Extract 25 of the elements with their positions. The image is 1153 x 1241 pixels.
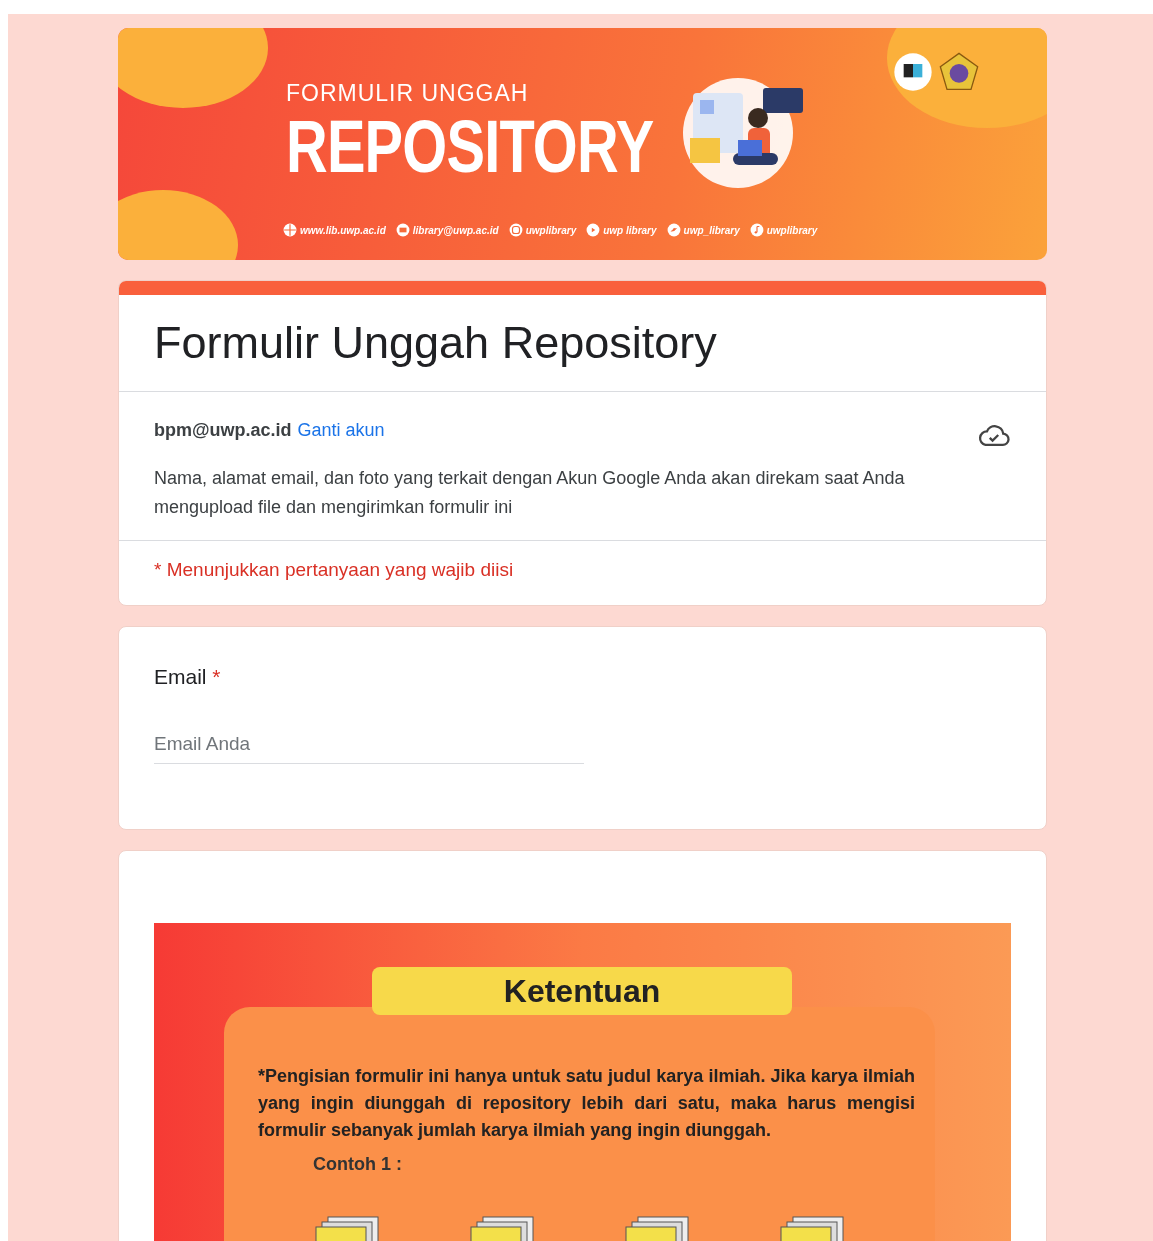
rules-heading: Ketentuan xyxy=(372,967,792,1015)
banner-subtitle: FORMULIR UNGGAH xyxy=(286,80,530,107)
university-emblem-icon xyxy=(939,52,979,92)
privacy-notice: Nama, alamat email, dan foto yang terkait dengan Akun Google Anda akan direkam saat Anda mengupload file dan mengirimkan formulir ini xyxy=(154,467,906,519)
required-mark: * xyxy=(212,665,221,688)
social-link-text: uwp_library xyxy=(683,224,740,236)
globe-icon xyxy=(283,223,297,237)
required-note: * Menunjukkan pertanyaan yang wajib diisi xyxy=(154,559,514,580)
example-label: Contoh 1 : xyxy=(313,1154,403,1175)
music-note-icon xyxy=(749,223,764,237)
social-link-text: uwplibrary xyxy=(766,224,818,236)
form-title: Formulir Unggah Repository xyxy=(154,316,718,370)
mail-icon xyxy=(395,223,410,237)
rules-text: *Pengisian formulir ini hanya untuk satu judul karya ilmiah. Jika karya ilmiah yang ingin diunggah di repository lebih dari satu, maka harus mengisi formulir sebanyak jumlah karya ilmiah yang ingin diunggah. xyxy=(258,1065,915,1142)
social-link-text: library@uwp.ac.id xyxy=(412,224,499,236)
social-link-text: uwplibrary xyxy=(525,224,577,236)
switch-account-link[interactable]: Ganti akun xyxy=(297,419,385,441)
question-label: Email xyxy=(154,665,207,688)
banner-title: REPOSITORY xyxy=(286,107,654,187)
play-icon xyxy=(586,223,601,237)
camera-icon xyxy=(508,223,523,237)
social-link-text: www.lib.uwp.ac.id xyxy=(300,224,386,236)
library-logo-icon xyxy=(893,52,933,92)
account-email: bpm@uwp.ac.id xyxy=(154,419,292,441)
social-link-text: uwp library xyxy=(603,224,657,236)
